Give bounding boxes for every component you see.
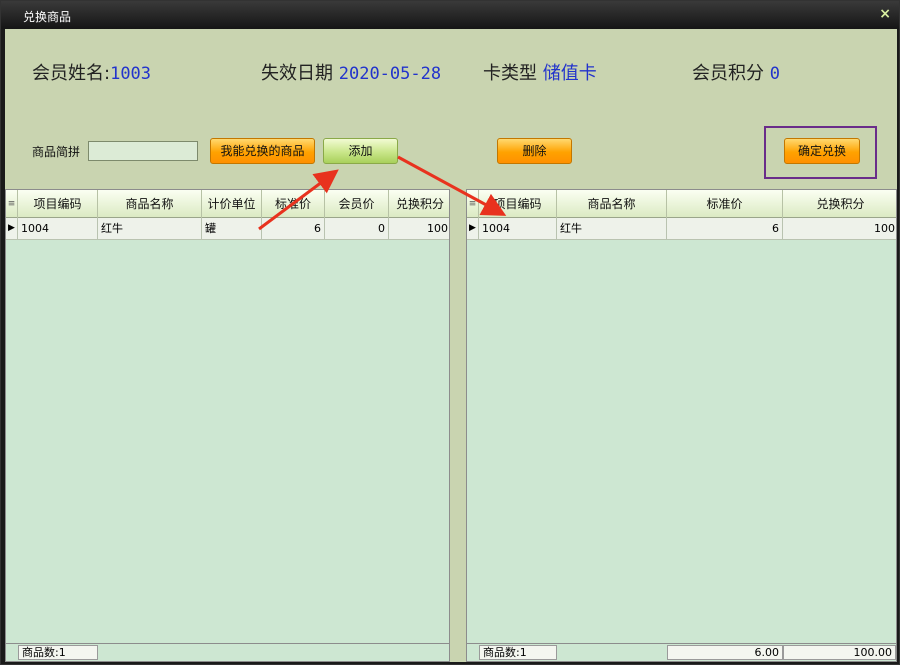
- left-item-count: 商品数:1: [18, 645, 98, 660]
- expiry-date-value: 2020-05-28: [338, 64, 442, 84]
- member-name-value: 1003: [110, 64, 152, 84]
- expiry-date-info: 失效日期 2020-05-28: [261, 59, 441, 85]
- member-points-label: 会员积分: [692, 63, 764, 84]
- card-type-label: 卡类型: [483, 63, 537, 84]
- search-label: 商品简拼: [32, 145, 81, 159]
- cell-member-price[interactable]: 0: [325, 218, 389, 240]
- available-items-grid[interactable]: ≡ 项目编码 商品名称 计价单位 标准价 会员价 兑换积分 ▶ 1004 红牛 …: [5, 189, 450, 662]
- cell-points[interactable]: 100: [783, 218, 898, 240]
- search-input[interactable]: [88, 141, 198, 161]
- right-grid-footer: 商品数:1 6.00 100.00: [467, 643, 896, 661]
- cell-name[interactable]: 红牛: [557, 218, 667, 240]
- right-item-count: 商品数:1: [479, 645, 557, 660]
- cell-standard-price[interactable]: 6: [262, 218, 325, 240]
- table-row[interactable]: ▶ 1004 红牛 罐 6 0 100: [6, 218, 449, 240]
- table-row[interactable]: ▶ 1004 红牛 6 100: [467, 218, 896, 240]
- price-total: 6.00: [667, 645, 783, 660]
- window-title: 兑换商品: [23, 10, 72, 24]
- cell-name[interactable]: 红牛: [98, 218, 202, 240]
- delete-button[interactable]: 删除: [497, 138, 572, 164]
- card-type-value: 储值卡: [542, 63, 597, 84]
- column-header-standard-price[interactable]: 标准价: [262, 190, 325, 218]
- column-header-code[interactable]: 项目编码: [18, 190, 98, 218]
- column-header-name[interactable]: 商品名称: [557, 190, 667, 218]
- left-grid-footer: 商品数:1: [6, 643, 449, 661]
- cell-points[interactable]: 100: [389, 218, 451, 240]
- column-header-name[interactable]: 商品名称: [98, 190, 202, 218]
- add-button[interactable]: 添加: [323, 138, 398, 164]
- my-exchangeable-items-button[interactable]: 我能兑换的商品: [210, 138, 315, 164]
- points-total: 100.00: [783, 645, 896, 660]
- column-header-points[interactable]: 兑换积分: [389, 190, 451, 218]
- member-points-value: 0: [769, 64, 780, 84]
- left-grid-header: ≡ 项目编码 商品名称 计价单位 标准价 会员价 兑换积分: [6, 190, 449, 218]
- column-header-unit[interactable]: 计价单位: [202, 190, 262, 218]
- selected-items-grid[interactable]: ≡ 项目编码 商品名称 标准价 兑换积分 ▶ 1004 红牛 6 100 商品数…: [466, 189, 897, 662]
- cell-code[interactable]: 1004: [18, 218, 98, 240]
- grid-splitter[interactable]: [450, 189, 466, 662]
- cell-unit[interactable]: 罐: [202, 218, 262, 240]
- dialog-body: 会员姓名:1003 失效日期 2020-05-28 卡类型 储值卡 会员积分 0…: [5, 29, 897, 662]
- current-row-indicator: ▶: [467, 218, 479, 240]
- card-type-info: 卡类型 储值卡: [483, 59, 597, 85]
- confirm-highlight-box: [764, 126, 877, 179]
- cell-standard-price[interactable]: 6: [667, 218, 783, 240]
- row-indicator-header: ≡: [6, 190, 18, 218]
- exchange-goods-window: 兑换商品 × 会员姓名:1003 失效日期 2020-05-28 卡类型 储值卡…: [0, 0, 900, 665]
- column-header-standard-price[interactable]: 标准价: [667, 190, 783, 218]
- right-grid-header: ≡ 项目编码 商品名称 标准价 兑换积分: [467, 190, 896, 218]
- member-name-info: 会员姓名:1003: [32, 59, 151, 85]
- row-indicator-header: ≡: [467, 190, 479, 218]
- close-icon[interactable]: ×: [879, 6, 891, 22]
- column-header-points[interactable]: 兑换积分: [783, 190, 898, 218]
- member-points-info: 会员积分 0: [692, 59, 780, 85]
- column-header-code[interactable]: 项目编码: [479, 190, 557, 218]
- current-row-indicator: ▶: [6, 218, 18, 240]
- column-header-member-price[interactable]: 会员价: [325, 190, 389, 218]
- title-bar: 兑换商品 ×: [1, 1, 899, 29]
- member-name-label: 会员姓名:: [32, 63, 111, 84]
- expiry-date-label: 失效日期: [261, 63, 333, 84]
- cell-code[interactable]: 1004: [479, 218, 557, 240]
